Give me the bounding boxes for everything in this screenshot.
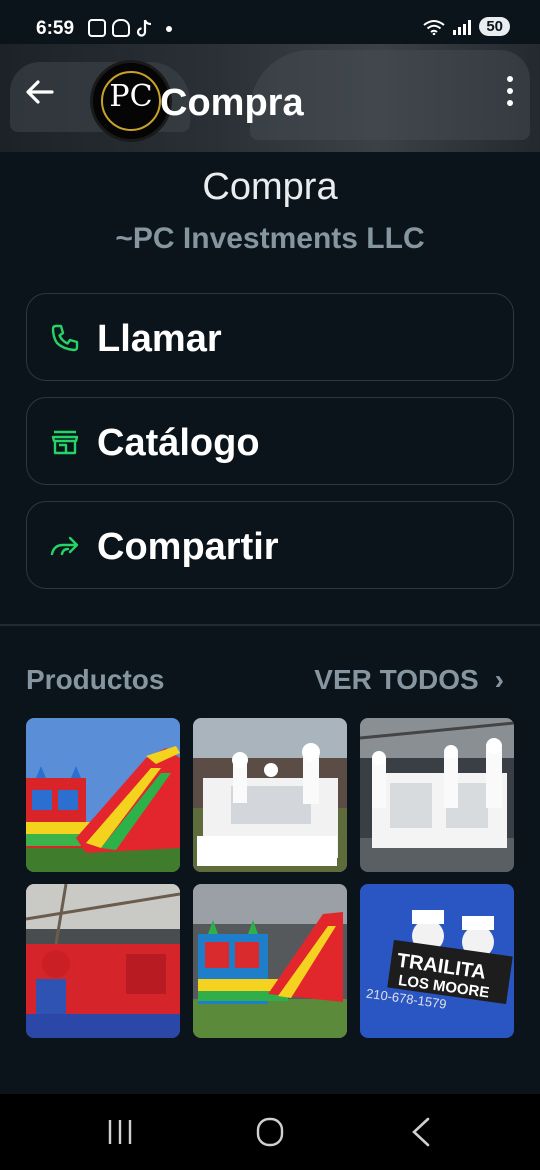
see-all-label: VER TODOS [314,664,479,695]
product-thumbnail[interactable] [26,884,180,1038]
business-name: Compra [202,166,338,208]
logo-text: PC [109,79,153,114]
see-all-link[interactable]: VER TODOS › [314,664,504,696]
back-nav-icon[interactable] [402,1114,442,1150]
back-arrow-icon[interactable] [22,74,58,110]
share-icon [50,536,79,556]
call-button[interactable]: Llamar [26,293,514,381]
catalog-label: Catálogo [97,422,260,464]
product-thumbnail[interactable] [193,718,347,872]
more-options-icon[interactable] [504,76,516,106]
wifi-icon [423,19,445,35]
status-bar: 6:59 50 [0,0,540,44]
screenshot-icon [88,19,106,37]
product-thumbnail[interactable] [360,718,514,872]
status-time: 6:59 [36,18,75,39]
more-notifications-dot [166,26,172,32]
battery-indicator: 50 [479,17,510,36]
header-title: Compra [160,82,304,124]
notification-icons [88,19,172,39]
share-button[interactable]: Compartir [26,501,514,589]
product-thumbnail[interactable] [193,884,347,1038]
product-thumbnail[interactable] [26,718,180,872]
phone-icon [51,324,79,352]
system-navigation-bar [0,1094,540,1170]
call-label: Llamar [97,318,222,360]
business-header: PC Compra [0,44,540,152]
business-subtitle: ~PC Investments LLC [115,222,425,255]
product-thumbnail[interactable]: TRAILITA LOS MOORE 210-678-1579 [360,884,514,1038]
cat-app-icon [112,19,130,37]
products-heading: Productos [26,664,165,695]
catalog-button[interactable]: Catálogo [26,397,514,485]
recent-apps-icon[interactable] [100,1114,140,1150]
home-icon[interactable] [250,1114,290,1150]
chevron-right-icon: › [494,664,504,695]
tiktok-icon [136,19,152,37]
section-divider [0,624,540,626]
share-label: Compartir [97,526,279,568]
store-icon [51,430,79,455]
signal-icon [453,19,472,35]
